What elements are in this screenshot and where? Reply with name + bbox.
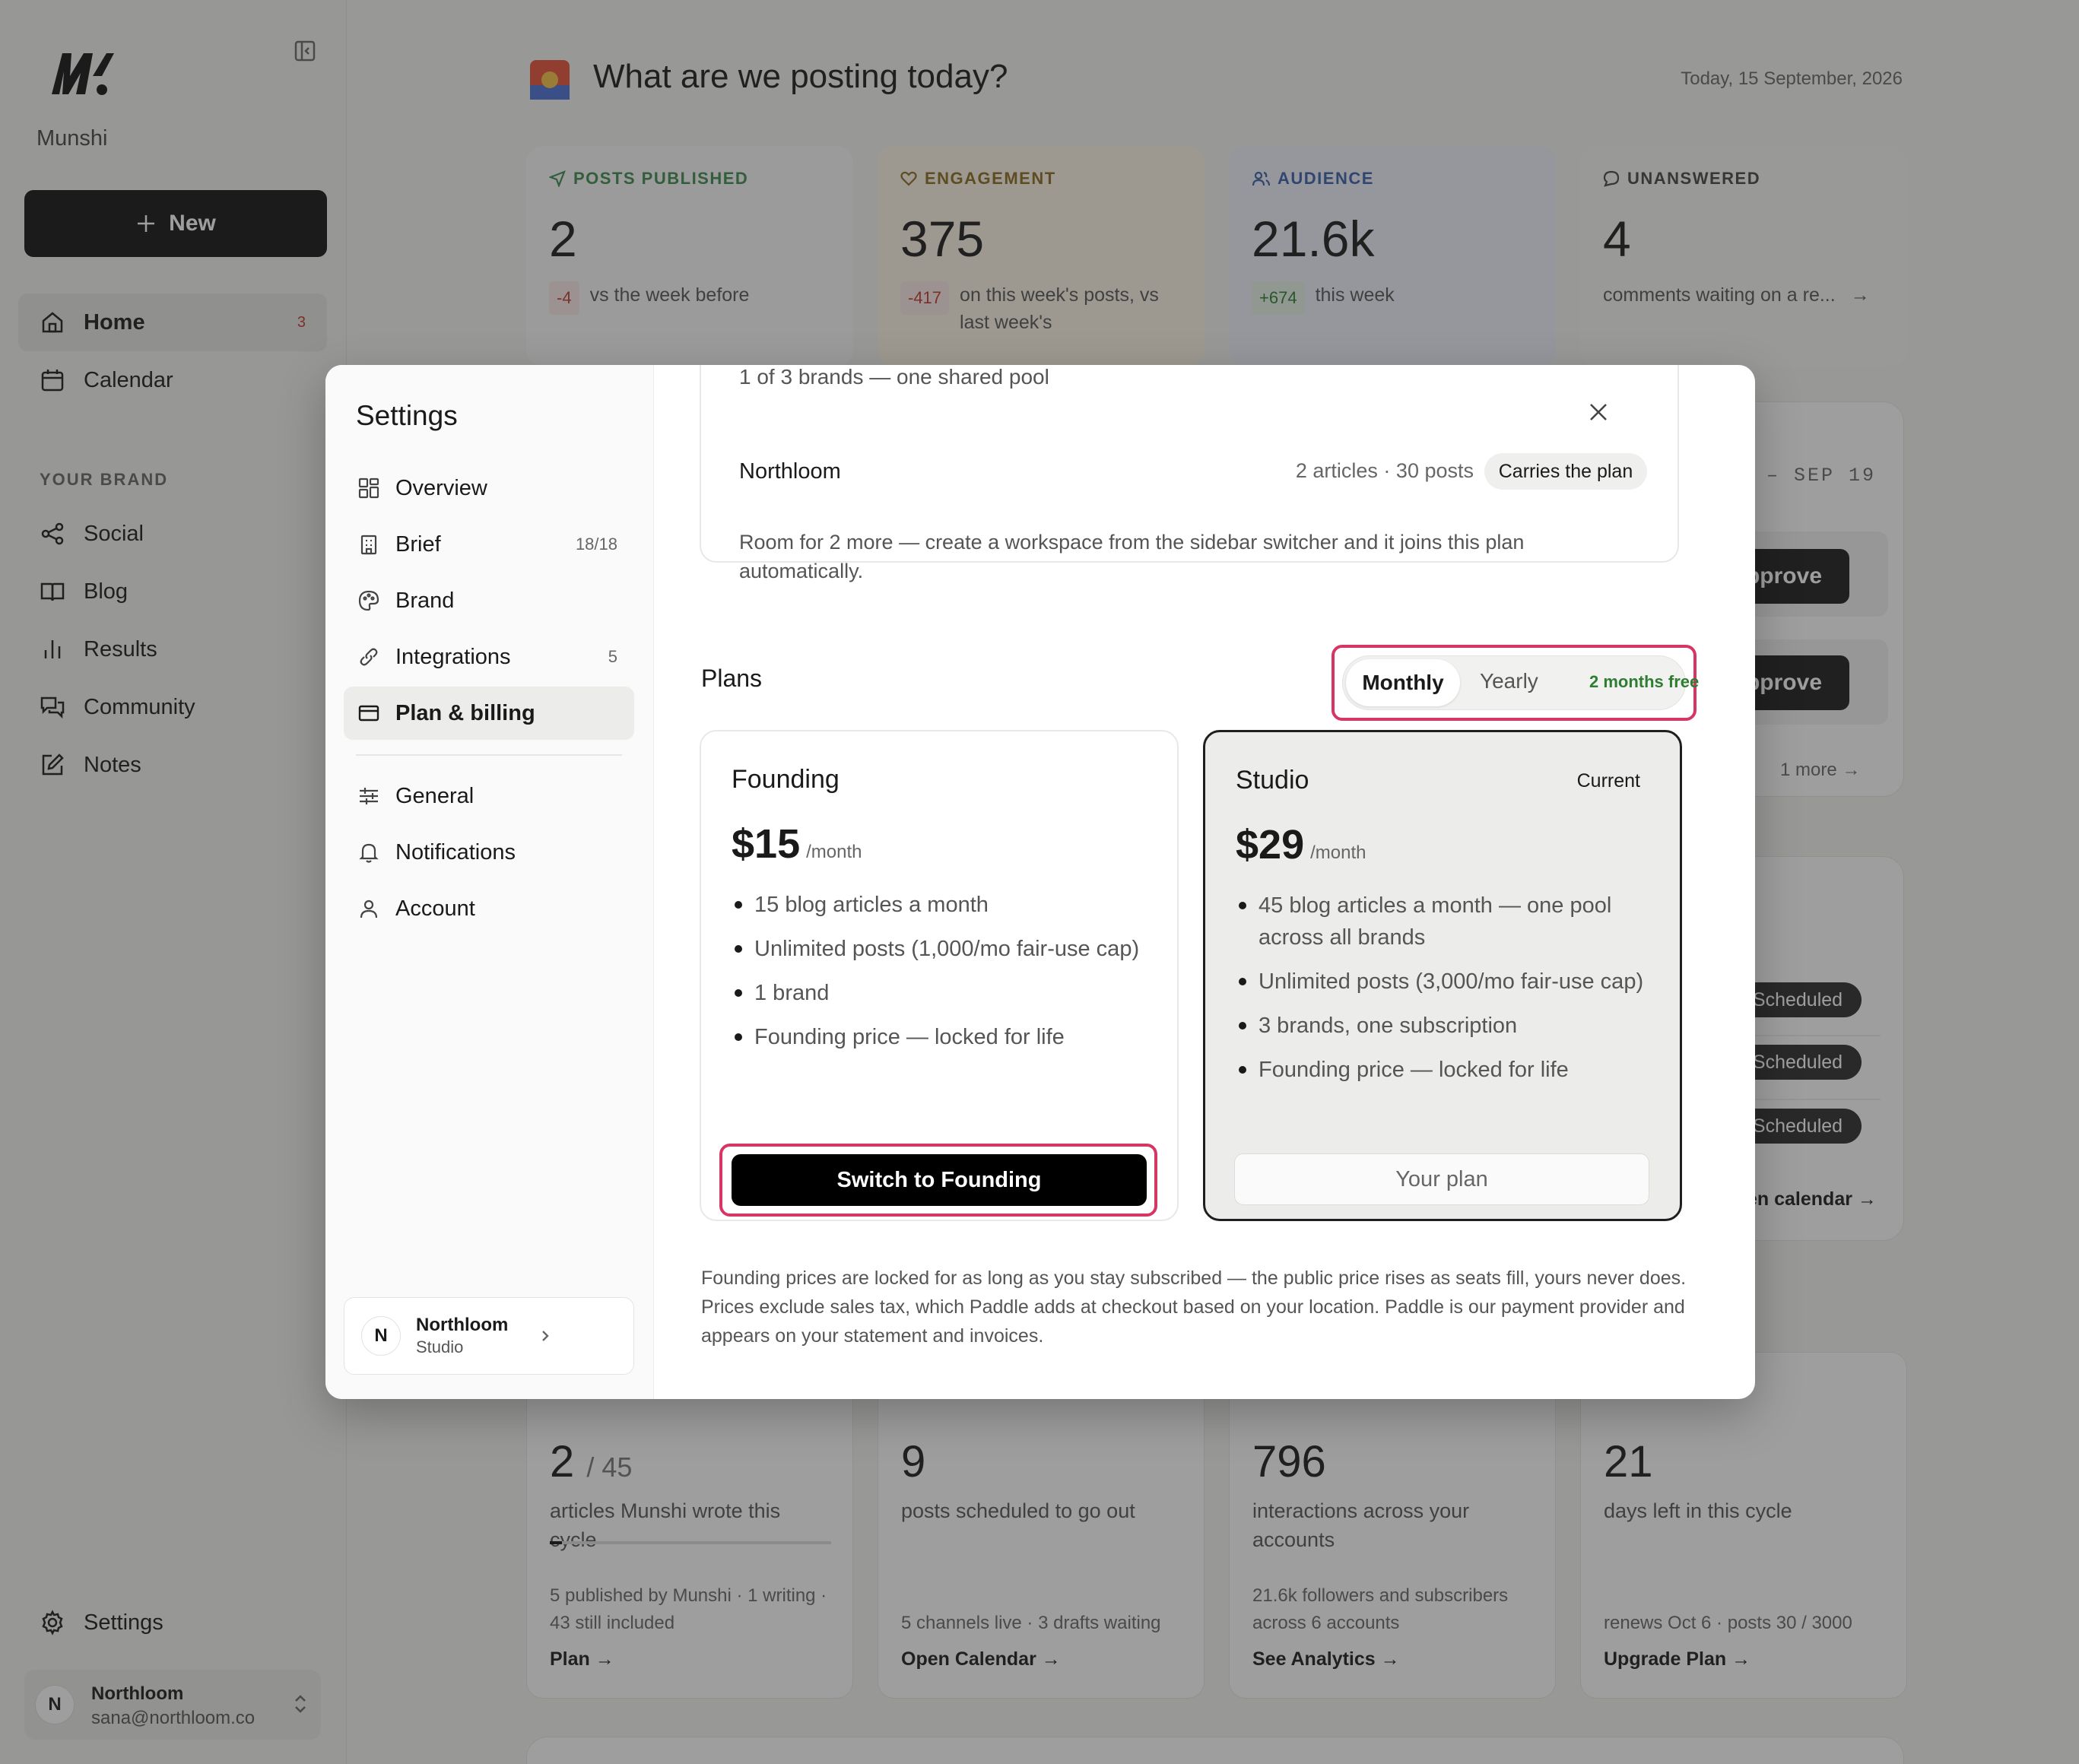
avatar: N <box>361 1316 401 1356</box>
switch-to-founding-button[interactable]: Switch to Founding <box>732 1154 1147 1206</box>
settings-nav-notifications[interactable]: Notifications <box>344 826 634 879</box>
settings-nav: Settings Overview Brief 18/18 Brand Inte… <box>325 365 654 1399</box>
settings-title: Settings <box>356 400 458 431</box>
pool-summary: 1 of 3 brands — one shared pool <box>739 365 1049 389</box>
room-for-more-text: Room for 2 more — create a workspace fro… <box>739 531 1525 582</box>
plan-feature: 45 blog articles a month — one pool acro… <box>1236 890 1649 953</box>
settings-modal: Settings Overview Brief 18/18 Brand Inte… <box>325 365 1755 1399</box>
plan-name: Founding <box>732 765 840 794</box>
brand-row-name: Northloom <box>739 459 841 484</box>
workspace-switcher[interactable]: N Northloom Studio <box>344 1297 634 1375</box>
plan-feature: Unlimited posts (1,000/mo fair-use cap) <box>732 933 1147 965</box>
plan-price: $15 <box>732 821 801 867</box>
bell-icon <box>359 843 379 863</box>
settings-nav-label: Overview <box>395 475 487 500</box>
settings-nav-label: Brief <box>395 531 441 557</box>
plan-features: 15 blog articles a month Unlimited posts… <box>732 889 1147 1053</box>
plan-price: $29 <box>1236 822 1305 868</box>
settings-nav-label: Brand <box>395 588 455 613</box>
sliders-icon <box>360 788 378 804</box>
settings-nav-label: Notifications <box>395 839 516 865</box>
grid-icon <box>358 477 379 499</box>
toggle-monthly[interactable]: Monthly <box>1346 659 1460 706</box>
plans-heading: Plans <box>701 665 763 692</box>
credit-card-icon <box>358 705 379 722</box>
palette-icon <box>358 590 379 611</box>
plan-feature: 3 brands, one subscription <box>1236 1010 1649 1042</box>
settings-nav-overview[interactable]: Overview <box>344 462 634 515</box>
nav-divider <box>356 754 622 756</box>
plan-feature: Founding price — locked for life <box>1236 1054 1649 1086</box>
plan-card-studio: Studio Current $29/month 45 blog article… <box>1203 730 1682 1221</box>
plan-period: /month <box>1310 842 1366 863</box>
settings-nav-general[interactable]: General <box>344 769 634 823</box>
carries-plan-badge: Carries the plan <box>1484 453 1647 490</box>
plan-feature: Unlimited posts (3,000/mo fair-use cap) <box>1236 966 1649 998</box>
integrations-count: 5 <box>608 647 617 666</box>
plan-feature: 1 brand <box>732 977 1147 1009</box>
plan-features: 45 blog articles a month — one pool acro… <box>1236 890 1649 1086</box>
settings-nav-label: General <box>395 783 475 808</box>
plan-card-founding: Founding $15/month 15 blog articles a mo… <box>700 730 1179 1221</box>
settings-nav-plan-billing[interactable]: Plan & billing <box>344 687 634 740</box>
toggle-yearly[interactable]: Yearly <box>1480 669 1538 693</box>
yearly-discount-badge: 2 months free <box>1589 672 1700 691</box>
settings-nav-label: Plan & billing <box>395 700 535 725</box>
settings-nav-account[interactable]: Account <box>344 882 634 935</box>
settings-nav-integrations[interactable]: Integrations 5 <box>344 630 634 684</box>
plan-feature: Founding price — locked for life <box>732 1021 1147 1053</box>
user-icon <box>360 899 378 918</box>
brief-count: 18/18 <box>575 535 617 554</box>
plan-feature: 15 blog articles a month <box>732 889 1147 921</box>
settings-nav-brief[interactable]: Brief 18/18 <box>344 518 634 571</box>
plan-period: /month <box>806 842 862 862</box>
building-icon <box>360 535 377 555</box>
settings-nav-label: Account <box>395 896 475 921</box>
pricing-footnote: Founding prices are locked for as long a… <box>701 1267 1687 1347</box>
workspace-plan: Studio <box>416 1337 464 1356</box>
workspace-name: Northloom <box>416 1315 509 1335</box>
settings-nav-brand[interactable]: Brand <box>344 574 634 627</box>
settings-nav-label: Integrations <box>395 644 511 669</box>
current-plan-badge: Current <box>1576 770 1640 792</box>
link-icon <box>360 648 378 666</box>
brand-row-usage: 2 articles · 30 posts <box>1295 459 1474 482</box>
your-plan-button[interactable]: Your plan <box>1234 1153 1649 1205</box>
chevron-right-icon <box>542 1331 550 1341</box>
